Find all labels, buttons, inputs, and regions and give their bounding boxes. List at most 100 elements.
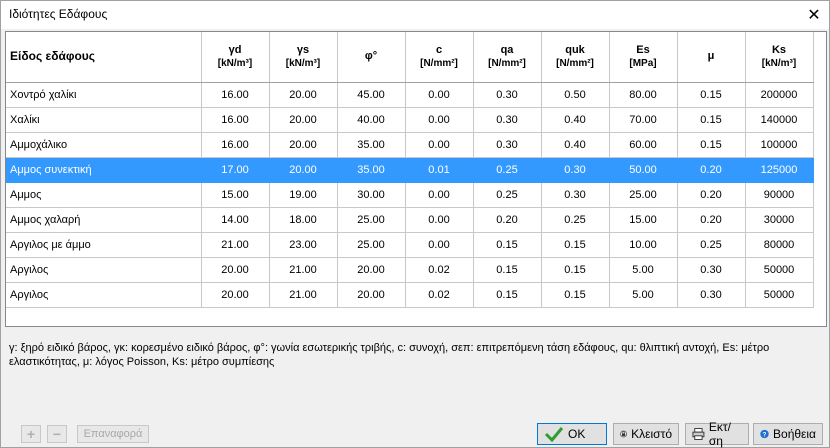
soil-name-cell[interactable]: Αργιλος xyxy=(6,282,202,308)
table-row[interactable]: Αμμοχάλικο 16.00 20.00 35.00 0.00 0.30 0.40 60.… xyxy=(6,132,814,158)
value-cell[interactable]: 0.15 xyxy=(677,107,746,133)
add-row-button[interactable]: + xyxy=(21,425,41,443)
value-cell[interactable]: 19.00 xyxy=(269,182,338,208)
soil-name-cell[interactable]: Αμμοχάλικο xyxy=(6,132,202,158)
value-cell[interactable]: 0.00 xyxy=(405,132,474,158)
value-cell[interactable]: 16.00 xyxy=(201,107,270,133)
value-cell[interactable]: 17.00 xyxy=(201,157,270,183)
value-cell[interactable]: 0.30 xyxy=(473,132,542,158)
value-cell[interactable]: 0.00 xyxy=(405,207,474,233)
value-cell[interactable]: 0.30 xyxy=(473,107,542,133)
close-icon[interactable]: ✕ xyxy=(799,1,829,29)
header-gamma-s[interactable]: γs [kN/m³] xyxy=(269,32,338,83)
value-cell[interactable]: 0.25 xyxy=(541,207,610,233)
value-cell[interactable]: 0.25 xyxy=(473,157,542,183)
soil-name-cell[interactable]: Χαλίκι xyxy=(6,107,202,133)
value-cell[interactable]: 0.00 xyxy=(405,107,474,133)
value-cell[interactable]: 0.25 xyxy=(473,182,542,208)
header-quk[interactable]: quk [N/mm²] xyxy=(541,32,610,83)
value-cell[interactable]: 35.00 xyxy=(337,157,406,183)
value-cell[interactable]: 25.00 xyxy=(609,182,678,208)
value-cell[interactable]: 0.20 xyxy=(677,182,746,208)
value-cell[interactable]: 21.00 xyxy=(201,232,270,258)
value-cell[interactable]: 20.00 xyxy=(269,107,338,133)
lock-button[interactable]: Κλειστό xyxy=(613,423,679,445)
value-cell[interactable]: 35.00 xyxy=(337,132,406,158)
value-cell[interactable]: 100000 xyxy=(745,132,814,158)
help-button[interactable]: ? Βοήθεια xyxy=(753,423,823,445)
header-gamma-d[interactable]: γd [kN/m³] xyxy=(201,32,270,83)
value-cell[interactable]: 20.00 xyxy=(269,82,338,108)
value-cell[interactable]: 0.15 xyxy=(541,232,610,258)
value-cell[interactable]: 80000 xyxy=(745,232,814,258)
value-cell[interactable]: 0.15 xyxy=(541,257,610,283)
table-row[interactable]: Αργιλος με άμμο 21.00 23.00 25.00 0.00 0.15 0.… xyxy=(6,232,814,258)
value-cell[interactable]: 0.30 xyxy=(677,257,746,283)
value-cell[interactable]: 50000 xyxy=(745,282,814,308)
value-cell[interactable]: 0.30 xyxy=(541,157,610,183)
header-mu[interactable]: μ xyxy=(677,32,746,83)
soil-name-cell[interactable]: Αμμος χαλαρή xyxy=(6,207,202,233)
value-cell[interactable]: 23.00 xyxy=(269,232,338,258)
ok-button[interactable]: OK xyxy=(537,423,607,445)
value-cell[interactable]: 0.02 xyxy=(405,257,474,283)
value-cell[interactable]: 25.00 xyxy=(337,232,406,258)
value-cell[interactable]: 15.00 xyxy=(201,182,270,208)
value-cell[interactable]: 0.40 xyxy=(541,132,610,158)
header-qa[interactable]: qa [N/mm²] xyxy=(473,32,542,83)
value-cell[interactable]: 0.15 xyxy=(677,82,746,108)
value-cell[interactable]: 125000 xyxy=(745,157,814,183)
table-row[interactable]: Αργιλος 20.00 21.00 20.00 0.02 0.15 0.15 5.00 0.… xyxy=(6,282,814,308)
table-row[interactable]: Αμμος συνεκτική 17.00 20.00 35.00 0.01 0.25 0.… xyxy=(6,157,814,183)
value-cell[interactable]: 0.01 xyxy=(405,157,474,183)
value-cell[interactable]: 0.20 xyxy=(677,207,746,233)
value-cell[interactable]: 50000 xyxy=(745,257,814,283)
header-phi[interactable]: φ° xyxy=(337,32,406,83)
value-cell[interactable]: 15.00 xyxy=(609,207,678,233)
value-cell[interactable]: 140000 xyxy=(745,107,814,133)
value-cell[interactable]: 18.00 xyxy=(269,207,338,233)
value-cell[interactable]: 0.15 xyxy=(473,282,542,308)
header-ks[interactable]: Ks [kN/m³] xyxy=(745,32,814,83)
value-cell[interactable]: 70.00 xyxy=(609,107,678,133)
value-cell[interactable]: 25.00 xyxy=(337,207,406,233)
value-cell[interactable]: 40.00 xyxy=(337,107,406,133)
value-cell[interactable]: 30.00 xyxy=(337,182,406,208)
value-cell[interactable]: 21.00 xyxy=(269,282,338,308)
value-cell[interactable]: 0.15 xyxy=(541,282,610,308)
value-cell[interactable]: 0.02 xyxy=(405,282,474,308)
soil-grid[interactable]: Είδος εδάφους γd [kN/m³] γs [kN/m³] φ° c [N… xyxy=(5,31,827,327)
value-cell[interactable]: 30000 xyxy=(745,207,814,233)
restore-button[interactable]: Επαναφορά xyxy=(77,425,149,443)
value-cell[interactable]: 20.00 xyxy=(337,282,406,308)
soil-name-cell[interactable]: Αμμος xyxy=(6,182,202,208)
value-cell[interactable]: 0.00 xyxy=(405,182,474,208)
value-cell[interactable]: 21.00 xyxy=(269,257,338,283)
value-cell[interactable]: 20.00 xyxy=(269,132,338,158)
value-cell[interactable]: 0.50 xyxy=(541,82,610,108)
value-cell[interactable]: 0.00 xyxy=(405,82,474,108)
value-cell[interactable]: 0.25 xyxy=(677,232,746,258)
print-button[interactable]: Εκτ/ση xyxy=(685,420,749,448)
header-soil-type[interactable]: Είδος εδάφους xyxy=(6,32,202,83)
value-cell[interactable]: 0.15 xyxy=(473,257,542,283)
value-cell[interactable]: 16.00 xyxy=(201,132,270,158)
value-cell[interactable]: 90000 xyxy=(745,182,814,208)
soil-name-cell[interactable]: Αργιλος με άμμο xyxy=(6,232,202,258)
value-cell[interactable]: 0.00 xyxy=(405,232,474,258)
value-cell[interactable]: 60.00 xyxy=(609,132,678,158)
value-cell[interactable]: 10.00 xyxy=(609,232,678,258)
value-cell[interactable]: 20.00 xyxy=(269,157,338,183)
table-row[interactable]: Αμμος χαλαρή 14.00 18.00 25.00 0.00 0.20 0.25 1… xyxy=(6,207,814,233)
soil-name-cell[interactable]: Χοντρό χαλίκι xyxy=(6,82,202,108)
value-cell[interactable]: 5.00 xyxy=(609,282,678,308)
value-cell[interactable]: 20.00 xyxy=(201,257,270,283)
value-cell[interactable]: 0.20 xyxy=(473,207,542,233)
soil-name-cell[interactable]: Αργιλος xyxy=(6,257,202,283)
value-cell[interactable]: 45.00 xyxy=(337,82,406,108)
header-es[interactable]: Es [MPa] xyxy=(609,32,678,83)
value-cell[interactable]: 16.00 xyxy=(201,82,270,108)
value-cell[interactable]: 80.00 xyxy=(609,82,678,108)
value-cell[interactable]: 0.15 xyxy=(677,132,746,158)
value-cell[interactable]: 20.00 xyxy=(201,282,270,308)
